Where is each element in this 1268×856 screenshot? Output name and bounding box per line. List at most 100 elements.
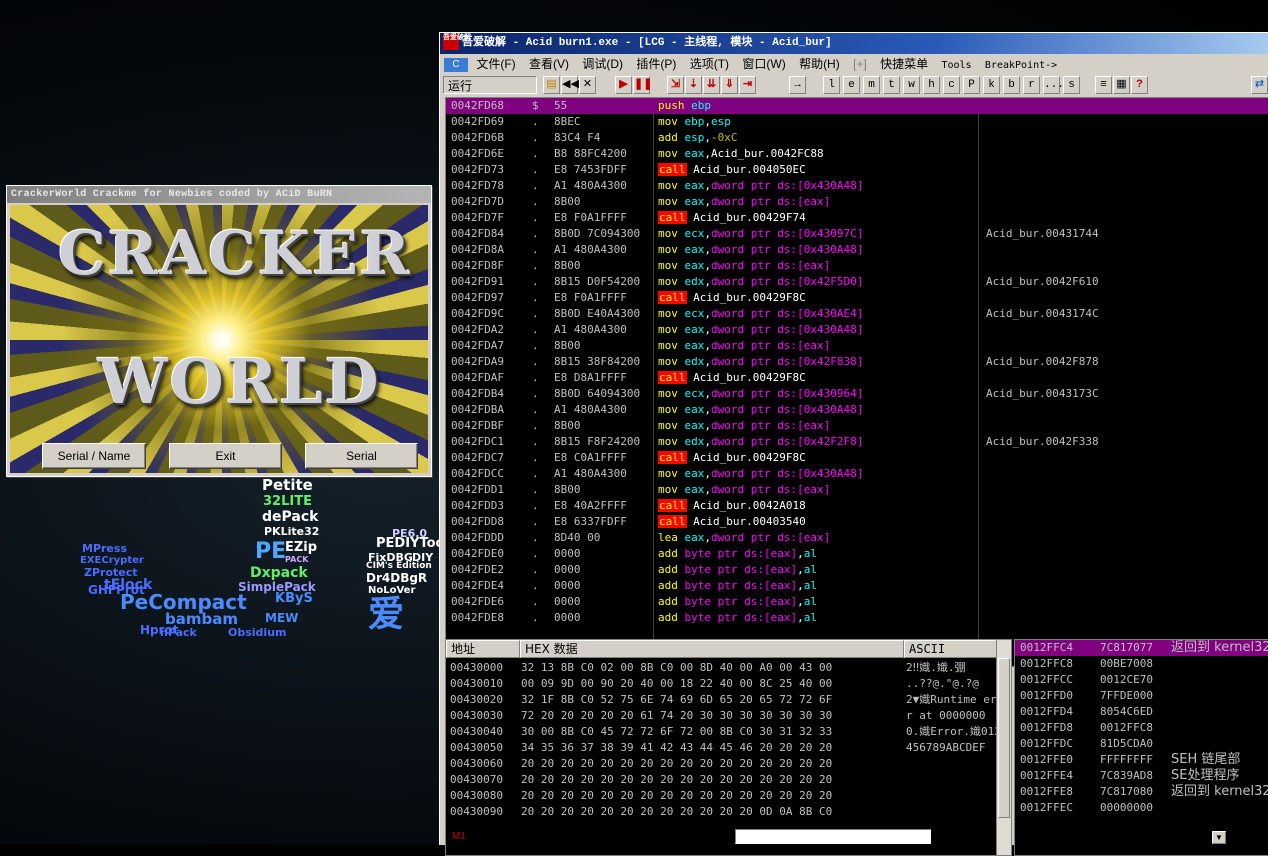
disasm-row[interactable]: 0042FD6B. 83C4 F4 add esp,-0xC	[446, 130, 1268, 146]
dump-row[interactable]: 00430040 30 00 8B C0 45 72 72 6F 72 00 8B…	[446, 724, 1006, 740]
disasm-row[interactable]: 0042FD91. 8B15 D0F54200 mov edx,dword ptr …	[446, 274, 1268, 290]
help-icon[interactable]: ?	[1131, 76, 1148, 94]
toolbar-window-button[interactable]: c	[943, 76, 960, 94]
disasm-row[interactable]: 0042FDBA. A1 480A4300 mov eax,dword ptr ds…	[446, 402, 1268, 418]
dump-scrollbar[interactable]	[996, 640, 1011, 855]
stack-row[interactable]: 0012FFEC 00000000	[1015, 800, 1268, 816]
memory-tab-m1[interactable]: M1	[452, 829, 466, 845]
toolbar-window-button[interactable]: t	[883, 76, 900, 94]
disasm-row[interactable]: 0042FDE6. 0000 add byte ptr ds:[eax],al	[446, 594, 1268, 610]
disasm-row[interactable]: 0042FD8A. A1 480A4300 mov eax,dword ptr ds…	[446, 242, 1268, 258]
debugger-titlebar[interactable]: 吾爱破解吾爱破解 - Acid burn1.exe - [LCG - 主线程, …	[440, 33, 1268, 54]
dump-row[interactable]: 00430030 72 20 20 20 20 20 61 74 20 30 30…	[446, 708, 1006, 724]
dump-row[interactable]: 00430080 20 20 20 20 20 20 20 20 20 20 20…	[446, 788, 1006, 804]
stack-row[interactable]: 0012FFE0 FFFFFFFF SEH 链尾部	[1015, 752, 1268, 768]
exit-button[interactable]: Exit	[169, 443, 282, 469]
memory-tab-m2[interactable]: M2	[478, 829, 492, 845]
toolbar-window-button[interactable]: r	[1023, 76, 1040, 94]
dump-row[interactable]: 00430060 20 20 20 20 20 20 20 20 20 20 20…	[446, 756, 1006, 772]
dump-row[interactable]: 00430000 32 13 8B C0 02 00 8B C0 00 8D 40…	[446, 660, 1006, 676]
child-window-icon[interactable]: C	[444, 57, 468, 72]
disasm-row[interactable]: 0042FDDD. 8D40 00 lea eax,dword ptr ds:[ea…	[446, 530, 1268, 546]
disasm-row[interactable]: 0042FD68 $55 push ebp	[446, 98, 1268, 114]
menu-plus[interactable]: [+]	[848, 54, 872, 74]
stack-row[interactable]: 0012FFE8 7C817080 返回到 kernel32	[1015, 784, 1268, 800]
disasm-row[interactable]: 0042FD7D. 8B00 mov eax,dword ptr ds:[eax]	[446, 194, 1268, 210]
memory-tab-m4[interactable]: M4	[529, 829, 543, 845]
disasm-row[interactable]: 0042FDA9. 8B15 38F84200 mov edx,dword ptr …	[446, 354, 1268, 370]
dump-row[interactable]: 00430020 32 1F 8B C0 52 75 6E 74 69 6D 65…	[446, 692, 1006, 708]
disasm-row[interactable]: 0042FDBF. 8B00 mov eax,dword ptr ds:[eax]	[446, 418, 1268, 434]
menu-shortcut[interactable]: 快捷菜单	[875, 54, 933, 74]
toolbar-window-button[interactable]: b	[1003, 76, 1020, 94]
disassembly-pane[interactable]: 0042FD68 $55 push ebp 0042FD69. 8BEC mov ebp,…	[445, 97, 1268, 667]
menu-view[interactable]: 查看(V)	[524, 54, 574, 74]
disasm-row[interactable]: 0042FD97. E8 F0A1FFFF call Acid_bur.00429F…	[446, 290, 1268, 306]
toolbar-window-button[interactable]: P	[963, 76, 980, 94]
memory-tab-m3[interactable]: M3	[503, 829, 517, 845]
disasm-row[interactable]: 0042FD6E. B8 88FC4200 mov eax,Acid_bur.004…	[446, 146, 1268, 162]
hex-dump-pane[interactable]: 地址 HEX 数据 ASCII 00430000 32 13 8B C0 02 0…	[445, 639, 1012, 856]
rewind-icon[interactable]: ◀◀	[561, 76, 579, 94]
memory-tab-m5[interactable]: M5	[555, 829, 569, 845]
disasm-row[interactable]: 0042FDD3. E8 40A2FFFF call Acid_bur.0042A0…	[446, 498, 1268, 514]
disasm-row[interactable]: 0042FDE2. 0000 add byte ptr ds:[eax],al	[446, 562, 1268, 578]
disasm-row[interactable]: 0042FDC1. 8B15 F8F24200 mov edx,dword ptr …	[446, 434, 1268, 450]
toolbar-window-button[interactable]: h	[923, 76, 940, 94]
step-into-icon[interactable]: ⇲	[667, 76, 684, 94]
stack-row[interactable]: 0012FFD4 8054C6ED	[1015, 704, 1268, 720]
stack-pane[interactable]: 0012FFC4 7C817077 返回到 kernel32 0012FFC8 00BE…	[1014, 639, 1268, 856]
list-icon[interactable]: ≡	[1095, 76, 1112, 94]
disasm-row[interactable]: 0042FDD1. 8B00 mov eax,dword ptr ds:[eax]	[446, 482, 1268, 498]
toolbar-window-button[interactable]: k	[983, 76, 1000, 94]
disasm-row[interactable]: 0042FD7F. E8 F0A1FFFF call Acid_bur.00429F…	[446, 210, 1268, 226]
refresh-icon[interactable]: ⇄	[1251, 76, 1268, 94]
open-icon[interactable]: ▤	[543, 76, 560, 94]
disasm-row[interactable]: 0042FD69. 8BEC mov ebp,esp	[446, 114, 1268, 130]
toolbar-window-button[interactable]: e	[843, 76, 860, 94]
crackme-title[interactable]: CrackerWorld Crackme for Newbies coded b…	[7, 186, 431, 203]
trace-into-icon[interactable]: ⇊	[703, 76, 720, 94]
disasm-row[interactable]: 0042FD84. 8B0D 7C094300 mov ecx,dword ptr …	[446, 226, 1268, 242]
run-icon[interactable]: ▶	[615, 76, 632, 94]
dump-header-hex[interactable]: HEX 数据	[520, 640, 904, 658]
disasm-row[interactable]: 0042FD8F. 8B00 mov eax,dword ptr ds:[eax]	[446, 258, 1268, 274]
stack-row[interactable]: 0012FFCC 0012CE70	[1015, 672, 1268, 688]
stack-row[interactable]: 0012FFC4 7C817077 返回到 kernel32	[1015, 640, 1268, 656]
chevron-down-icon[interactable]: ▼	[1212, 831, 1226, 844]
disasm-row[interactable]: 0042FDE4. 0000 add byte ptr ds:[eax],al	[446, 578, 1268, 594]
disasm-row[interactable]: 0042FD73. E8 7453FDFF call Acid_bur.004050…	[446, 162, 1268, 178]
dump-row[interactable]: 00430010 00 09 9D 00 90 20 40 00 18 22 40…	[446, 676, 1006, 692]
toolbar-window-button[interactable]: w	[903, 76, 920, 94]
pause-icon[interactable]: ❚❚	[633, 76, 652, 94]
menu-breakpoint[interactable]: BreakPoint->	[980, 56, 1062, 76]
dump-header-ascii[interactable]: ASCII	[904, 640, 997, 658]
dump-scroll-thumb[interactable]	[998, 658, 1010, 818]
dump-header-address[interactable]: 地址	[446, 640, 520, 658]
close-icon[interactable]: ✕	[579, 76, 596, 94]
toolbar-window-button[interactable]: ...	[1043, 76, 1064, 94]
disasm-row[interactable]: 0042FDAF. E8 D8A1FFFF call Acid_bur.00429F…	[446, 370, 1268, 386]
goto-icon[interactable]: →	[789, 76, 806, 94]
disasm-row[interactable]: 0042FDE0. 0000 add byte ptr ds:[eax],al	[446, 546, 1268, 562]
disasm-row[interactable]: 0042FD9C. 8B0D E40A4300 mov ecx,dword ptr …	[446, 306, 1268, 322]
menu-window[interactable]: 窗口(W)	[737, 54, 790, 74]
menu-options[interactable]: 选项(T)	[685, 54, 734, 74]
toolbar-window-button[interactable]: m	[863, 76, 880, 94]
menu-help[interactable]: 帮助(H)	[794, 54, 845, 74]
disasm-row[interactable]: 0042FDA2. A1 480A4300 mov eax,dword ptr ds…	[446, 322, 1268, 338]
step-over-icon[interactable]: ⇣	[685, 76, 702, 94]
toolbar-window-button[interactable]: s	[1063, 76, 1080, 94]
disasm-row[interactable]: 0042FDD8. E8 6337FDFF call Acid_bur.004035…	[446, 514, 1268, 530]
disasm-row[interactable]: 0042FDA7. 8B00 mov eax,dword ptr ds:[eax]	[446, 338, 1268, 354]
dump-row[interactable]: 00430090 20 20 20 20 20 20 20 20 20 20 20…	[446, 804, 1006, 820]
disasm-row[interactable]: 0042FDC7. E8 C0A1FFFF call Acid_bur.00429F…	[446, 450, 1268, 466]
disasm-row[interactable]: 0042FDB4. 8B0D 64094300 mov ecx,dword ptr …	[446, 386, 1268, 402]
stack-row[interactable]: 0012FFD0 7FFDE000	[1015, 688, 1268, 704]
dump-row[interactable]: 00430070 20 20 20 20 20 20 20 20 20 20 20…	[446, 772, 1006, 788]
disasm-row[interactable]: 0042FD78. A1 480A4300 mov eax,dword ptr ds…	[446, 178, 1268, 194]
stack-row[interactable]: 0012FFDC 81D5CDA0	[1015, 736, 1268, 752]
menu-plugins[interactable]: 插件(P)	[631, 54, 681, 74]
trace-over-icon[interactable]: ⇓	[721, 76, 738, 94]
menu-tools[interactable]: Tools	[936, 56, 976, 76]
